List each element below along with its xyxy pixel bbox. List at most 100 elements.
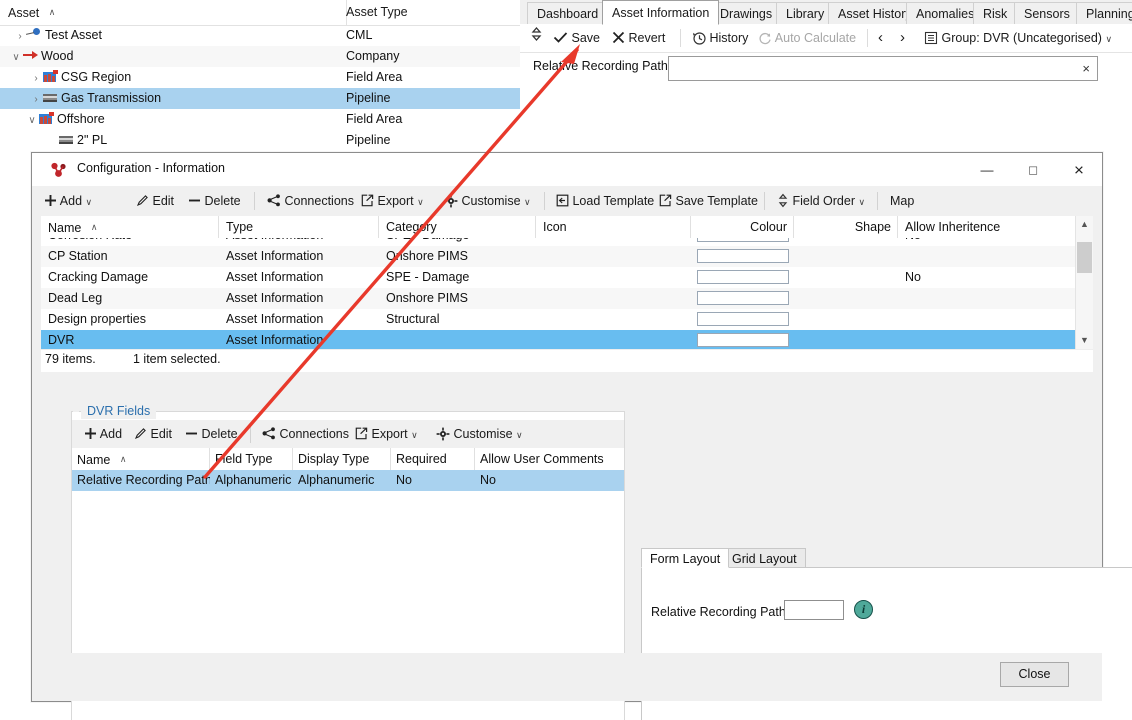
close-window-button[interactable]: × <box>1056 153 1102 186</box>
delete-button[interactable]: Delete <box>188 186 241 216</box>
column-category[interactable]: Category <box>379 216 536 238</box>
column-name[interactable]: Name ∧ <box>41 216 219 238</box>
collapse-twisty-icon[interactable]: ∨ <box>26 110 38 130</box>
grid-vertical-scrollbar[interactable]: ▲ ▼ <box>1075 216 1093 349</box>
table-row[interactable]: Cracking Damage Asset Information SPE - … <box>41 267 1093 288</box>
column-type[interactable]: Type <box>219 216 379 238</box>
tab-planning-template[interactable]: Planning Ter <box>1076 2 1132 24</box>
tree-row[interactable]: ∨ Offshore Field Area <box>0 109 520 130</box>
next-group-button[interactable]: › <box>900 24 905 52</box>
add-button[interactable]: Add ∨ <box>44 186 92 216</box>
tree-row[interactable]: › CSG Region Field Area <box>0 67 520 88</box>
tab-dashboard[interactable]: Dashboard <box>527 2 609 24</box>
save-template-button[interactable]: Save Template <box>659 186 758 216</box>
field-column-name[interactable]: Name ∧ <box>72 448 210 470</box>
chevron-down-icon[interactable]: ∨ <box>86 197 93 207</box>
tab-grid-layout[interactable]: Grid Layout <box>723 548 806 568</box>
tree-row[interactable]: › Test Asset CML <box>0 25 520 46</box>
tab-asset-information[interactable]: Asset Information <box>602 0 720 25</box>
table-row[interactable]: Dead Leg Asset Information Onshore PIMS <box>41 288 1093 309</box>
tree-row-name: › Gas Transmission <box>0 88 338 109</box>
column-allow-inheritence[interactable]: Allow Inheritence <box>898 216 1093 238</box>
collapse-twisty-icon[interactable]: ∨ <box>10 47 22 67</box>
tab-sensors[interactable]: Sensors <box>1014 2 1080 24</box>
chevron-down-icon[interactable]: ∨ <box>1105 34 1112 44</box>
fields-delete-button[interactable]: Delete <box>185 420 238 448</box>
tab-risk[interactable]: Risk <box>973 2 1018 24</box>
auto-calculate-button[interactable]: Auto Calculate <box>758 24 856 52</box>
tree-column-asset-type[interactable]: Asset Type <box>338 0 528 25</box>
form-field-input[interactable] <box>784 600 844 620</box>
relative-recording-path-input[interactable]: × <box>668 56 1098 81</box>
tree-item-label: Offshore <box>57 112 105 126</box>
scrollbar-thumb[interactable] <box>1077 242 1092 273</box>
table-row[interactable]: CP Station Asset Information Onshore PIM… <box>41 246 1093 267</box>
customise-button[interactable]: Customise ∨ <box>444 186 531 216</box>
chevron-down-icon[interactable]: ∨ <box>417 197 424 207</box>
tree-column-asset[interactable]: Asset ∧ <box>0 0 347 25</box>
tree-row[interactable]: ∨ Wood Company <box>0 46 520 67</box>
fields-customise-button[interactable]: Customise ∨ <box>436 420 523 448</box>
tree-row[interactable]: . 2" PL Pipeline <box>0 130 520 151</box>
map-button[interactable]: Map <box>890 186 914 216</box>
export-button[interactable]: Export ∨ <box>361 186 424 216</box>
history-button[interactable]: History <box>692 24 748 52</box>
fields-edit-button[interactable]: Edit <box>134 420 172 448</box>
table-row-selected[interactable]: Relative Recording Path Alphanumeric Alp… <box>72 470 624 491</box>
chevron-down-icon[interactable]: ∨ <box>524 197 531 207</box>
chevron-down-icon[interactable]: ∨ <box>859 197 866 207</box>
connections-button[interactable]: Connections <box>267 186 354 216</box>
group-legend-mask <box>73 411 79 412</box>
cell-name: DVR <box>48 333 75 347</box>
field-order-button[interactable]: Field Order ∨ <box>777 186 865 216</box>
table-row[interactable]: Corrosion Rate Asset Information SPE - D… <box>41 238 1093 246</box>
previous-group-button[interactable]: ‹ <box>878 24 883 52</box>
sort-ascending-icon: ∧ <box>90 222 98 232</box>
expand-twisty-icon[interactable]: › <box>30 68 42 88</box>
colour-swatch[interactable] <box>697 249 789 263</box>
fields-export-button[interactable]: Export ∨ <box>355 420 418 448</box>
field-column-allow-user-comments[interactable]: Allow User Comments <box>475 448 624 470</box>
tab-form-layout[interactable]: Form Layout <box>641 548 730 568</box>
group-selector[interactable]: Group: DVR (Uncategorised) ∨ <box>924 24 1112 52</box>
chevron-down-icon[interactable]: ∨ <box>516 430 523 440</box>
colour-swatch[interactable] <box>697 238 789 242</box>
info-icon[interactable]: i <box>854 600 873 619</box>
field-column-display-type[interactable]: Display Type <box>293 448 391 470</box>
tab-drawings[interactable]: Drawings <box>710 2 783 24</box>
maximize-button[interactable]: □ <box>1010 153 1056 186</box>
load-template-button[interactable]: Load Template <box>556 186 654 216</box>
dialog-title-bar[interactable]: Configuration - Information — □ × <box>32 153 1102 186</box>
table-row-selected[interactable]: DVR Asset Information <box>41 330 1093 349</box>
expand-twisty-icon[interactable]: › <box>14 26 26 46</box>
colour-swatch[interactable] <box>697 333 789 347</box>
field-column-required[interactable]: Required <box>391 448 475 470</box>
close-button[interactable]: Close <box>1000 662 1069 687</box>
expand-twisty-icon[interactable]: › <box>30 89 42 109</box>
colour-swatch[interactable] <box>697 291 789 305</box>
revert-button[interactable]: Revert <box>612 24 665 52</box>
field-column-field-type[interactable]: Field Type <box>210 448 293 470</box>
column-shape[interactable]: Shape <box>794 216 898 238</box>
cell-category <box>379 330 536 349</box>
scroll-up-icon[interactable]: ▲ <box>1076 216 1093 233</box>
configuration-grid-body[interactable]: Corrosion Rate Asset Information SPE - D… <box>41 238 1093 349</box>
tree-row-selected[interactable]: › Gas Transmission Pipeline <box>0 88 520 109</box>
load-template-label: Load Template <box>572 194 655 208</box>
column-icon[interactable]: Icon <box>536 216 691 238</box>
table-row[interactable]: Design properties Asset Information Stru… <box>41 309 1093 330</box>
fields-connections-button[interactable]: Connections <box>262 420 349 448</box>
clear-icon[interactable]: × <box>1082 61 1090 76</box>
chevron-down-icon[interactable]: ∨ <box>411 430 418 440</box>
colour-swatch[interactable] <box>697 312 789 326</box>
minimize-button[interactable]: — <box>964 153 1010 186</box>
fields-add-button[interactable]: Add <box>84 420 122 448</box>
save-button[interactable]: Save <box>553 24 600 52</box>
scroll-down-icon[interactable]: ▼ <box>1076 332 1093 349</box>
tab-library[interactable]: Library <box>776 2 835 24</box>
edit-button[interactable]: Edit <box>136 186 174 216</box>
cell-allow-inheritence <box>898 288 1093 309</box>
expand-collapse-icon[interactable] <box>530 24 543 52</box>
colour-swatch[interactable] <box>697 270 789 284</box>
column-colour[interactable]: Colour <box>691 216 794 238</box>
